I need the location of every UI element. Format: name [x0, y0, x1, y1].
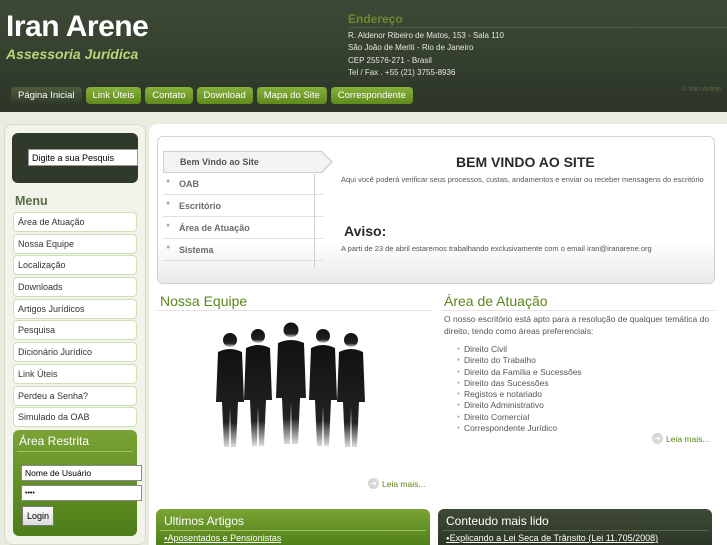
menu-item-simulado-da-oab[interactable]: Simulado da OAB: [13, 407, 137, 428]
nav-mapa-do-site[interactable]: Mapa do Site: [256, 87, 327, 104]
bullet-icon: ●: [166, 244, 171, 251]
address-line: R. Aldenor Ribeiro de Matos, 153 - Sala …: [348, 31, 504, 40]
latest-articles-title: Ultimos Artigos: [164, 514, 245, 528]
list-item: Direito Civil: [457, 344, 582, 355]
most-read-title: Conteudo mais lido: [446, 514, 549, 528]
nav-download[interactable]: Download: [196, 87, 253, 104]
menu-item-pesquisa[interactable]: Pesquisa: [13, 320, 137, 341]
tab-label: Área de Atuação: [179, 222, 250, 233]
address-title: Endereço: [348, 12, 727, 28]
practice-read-more-link[interactable]: ➜ Leia mais...: [652, 433, 709, 444]
list-item: Direito Comercial: [457, 412, 582, 423]
main-content: Bem Vindo ao Site ● OAB ● Escritório ● Área…: [149, 124, 727, 545]
tab-bem-vindo[interactable]: Bem Vindo ao Site: [163, 151, 323, 173]
list-item: Direito da Família e Sucessões: [457, 367, 582, 378]
restricted-area: Área Restrita Login: [13, 430, 142, 536]
site-title[interactable]: Iran Arene: [6, 10, 149, 44]
menu-item-area-de-atuacao[interactable]: Área de Atuação: [13, 212, 137, 232]
login-button[interactable]: Login: [22, 506, 54, 526]
tab-label: Escritório: [179, 200, 222, 211]
menu-item-downloads[interactable]: Downloads: [13, 277, 137, 298]
address-line: CEP 25576-271 - Brasil: [348, 55, 432, 65]
password-field[interactable]: [21, 485, 142, 501]
team-read-more-link[interactable]: ➜ Leia mais...: [368, 478, 425, 489]
main-nav: Página Inicial Link Úteis Contato Downlo…: [11, 87, 413, 104]
tab-sistema[interactable]: ● Sistema: [163, 239, 323, 261]
bullet-icon: ●: [166, 178, 171, 185]
search-input[interactable]: [28, 149, 138, 166]
read-more-label: Leia mais...: [382, 478, 426, 489]
list-item: Registos e notariado: [457, 389, 582, 400]
article-link[interactable]: Aposentados e Pensionistas: [164, 533, 282, 543]
nav-correspondente[interactable]: Correspondente: [330, 87, 413, 104]
arrow-circle-icon: ➜: [652, 433, 663, 444]
welcome-tabs: Bem Vindo ao Site ● OAB ● Escritório ● Área…: [163, 151, 323, 261]
username-field[interactable]: [21, 465, 142, 481]
list-item: Direito do Trabalho: [457, 355, 582, 366]
team-silhouette-image: [216, 322, 365, 447]
list-item: Correspondente Jurídico: [457, 423, 582, 434]
list-item: Direito Administrativo: [457, 400, 582, 411]
list-item: Direito das Sucessões: [457, 378, 582, 389]
site-subtitle: Assessoria Jurídica: [6, 46, 139, 62]
tab-label: Sistema: [179, 244, 214, 255]
sidebar: Menu Área de Atuação Nossa Equipe Locali…: [4, 124, 146, 545]
welcome-title: BEM VINDO AO SITE: [456, 154, 595, 170]
welcome-text: Aqui você poderá verificar seus processo…: [341, 175, 704, 184]
team-title[interactable]: Nossa Equipe: [160, 293, 247, 309]
nav-link-uteis[interactable]: Link Úteis: [85, 87, 142, 104]
menu-item-localizacao[interactable]: Localização: [13, 255, 137, 276]
read-more-label: Leia mais...: [666, 433, 710, 444]
menu-item-nossa-equipe[interactable]: Nossa Equipe: [13, 233, 137, 254]
nav-contato[interactable]: Contato: [145, 87, 193, 104]
site-header: Iran Arene Assessoria Jurídica Endereço …: [0, 0, 727, 112]
tab-escritorio[interactable]: ● Escritório: [163, 195, 323, 217]
address-line: São João de Meriti - Rio de Janeiro: [348, 43, 474, 53]
menu-item-link-uteis[interactable]: Link Úteis: [13, 363, 137, 384]
tab-oab[interactable]: ● OAB: [163, 173, 323, 195]
divider: [157, 310, 431, 311]
arrow-circle-icon: ➜: [368, 478, 379, 489]
menu-item-dicionario-juridico[interactable]: Dicionário Jurídico: [13, 342, 137, 363]
tab-label: OAB: [179, 178, 199, 189]
divider: [314, 174, 315, 268]
search-box: [12, 133, 138, 183]
address-block: Endereço R. Aldenor Ribeiro de Matos, 15…: [348, 12, 727, 79]
latest-articles-box: Ultimos Artigos Aposentados e Pensionist…: [156, 509, 430, 545]
menu-title: Menu: [15, 194, 48, 208]
menu-item-artigos-juridicos[interactable]: Artigos Jurídicos: [13, 298, 137, 319]
bullet-icon: ●: [166, 222, 171, 229]
most-read-link[interactable]: Explicando a Lei Seca de Trânsito (Lei 1…: [446, 533, 658, 543]
practice-area-list: Direito Civil Direito do Trabalho Direit…: [457, 344, 582, 434]
restricted-area-title: Área Restrita: [19, 434, 90, 448]
divider: [442, 530, 708, 531]
divider: [441, 310, 715, 311]
most-read-box: Conteudo mais lido Explicando a Lei Seca…: [438, 509, 712, 545]
nav-pagina-inicial[interactable]: Página Inicial: [11, 87, 82, 104]
divider: [160, 530, 426, 531]
bullet-icon: ●: [166, 200, 171, 207]
practice-area-title[interactable]: Área de Atuação: [444, 293, 548, 309]
address-line: Tel / Fax . +55 (21) 3755-8936: [348, 67, 456, 77]
notice-title: Aviso:: [344, 223, 387, 239]
tab-area-de-atuacao[interactable]: ● Área de Atuação: [163, 217, 323, 239]
top-link[interactable]: © Iran Arene: [682, 86, 721, 93]
menu-list: Área de Atuação Nossa Equipe Localização…: [13, 212, 137, 429]
tab-arrow-fill: [321, 152, 331, 172]
notice-text: A parti de 23 de abril estaremos trabalh…: [341, 244, 652, 253]
menu-item-perdeu-a-senha[interactable]: Perdeu a Senha?: [13, 385, 137, 406]
divider: [17, 451, 133, 452]
practice-area-intro: O nosso escritório está apto para a reso…: [444, 314, 710, 336]
